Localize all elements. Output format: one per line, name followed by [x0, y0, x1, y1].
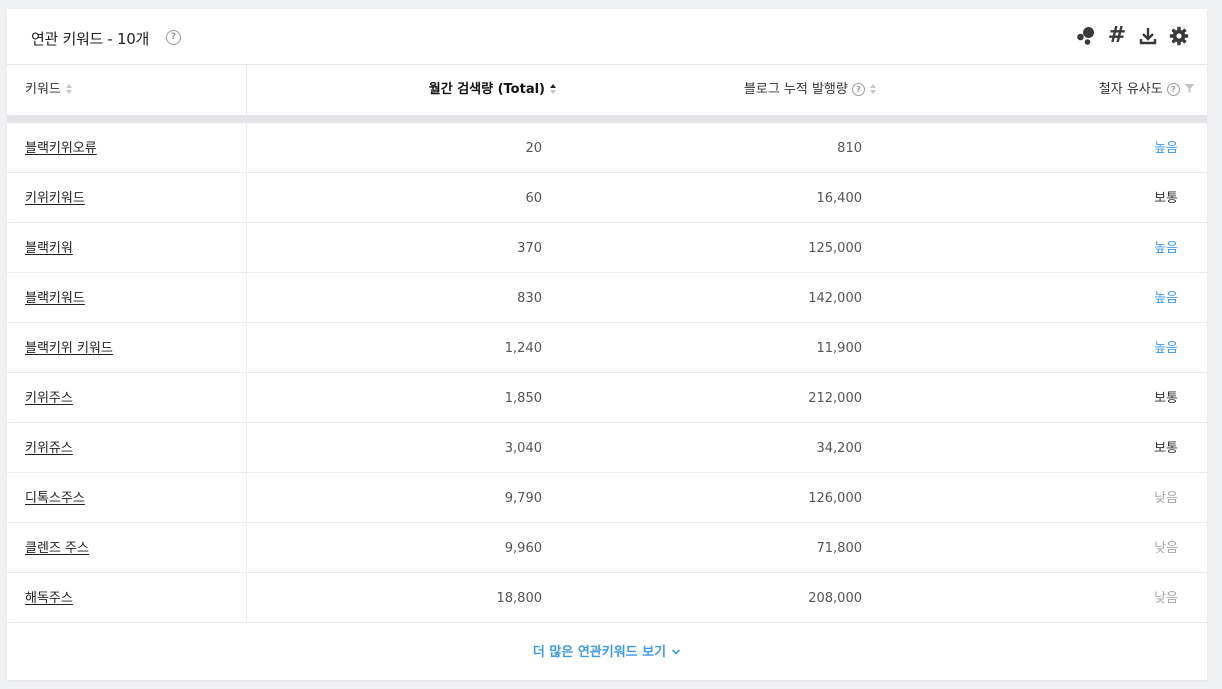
blog-posts-cell: 71,800 — [816, 541, 863, 556]
sort-icon — [870, 83, 876, 94]
similarity-badge: 높음 — [1154, 141, 1178, 156]
blog-posts-cell: 11,900 — [816, 341, 863, 356]
table-row: 블랙키워드 830 142,000 높음 — [7, 273, 1207, 323]
table-row: 키위쥬스 3,040 34,200 보통 — [7, 423, 1207, 473]
blog-help-icon[interactable]: ? — [852, 83, 865, 96]
monthly-volume-cell: 830 — [517, 291, 542, 306]
column-divider — [246, 573, 247, 623]
column-divider — [246, 123, 247, 173]
similarity-badge: 보통 — [1154, 191, 1178, 206]
keyword-link[interactable]: 블랙키워드 — [25, 273, 85, 322]
bubble-chart-icon[interactable] — [1076, 26, 1096, 46]
monthly-volume-cell: 370 — [517, 241, 542, 256]
similarity-badge: 높음 — [1154, 341, 1178, 356]
sort-icon — [65, 83, 72, 94]
column-divider — [246, 523, 247, 573]
hashtag-icon[interactable]: # — [1107, 25, 1127, 47]
monthly-volume-cell: 20 — [525, 141, 542, 156]
blog-posts-cell: 212,000 — [808, 391, 862, 406]
header-column-divider — [246, 65, 247, 115]
column-header-similarity[interactable]: 철자 유사도 ? — [1099, 65, 1195, 115]
similarity-badge: 보통 — [1154, 441, 1178, 456]
download-icon[interactable] — [1138, 26, 1158, 46]
toolbar: # — [1076, 25, 1189, 47]
sort-desc-icon — [550, 83, 556, 94]
similarity-badge: 높음 — [1154, 291, 1178, 306]
blog-posts-cell: 126,000 — [808, 491, 862, 506]
column-header-monthly-volume[interactable]: 월간 검색량 (Total) — [429, 65, 557, 115]
monthly-volume-cell: 9,960 — [504, 541, 542, 556]
table-row: 키위주스 1,850 212,000 보통 — [7, 373, 1207, 423]
more-keywords-button[interactable]: 더 많은 연관키워드 보기 — [7, 641, 1207, 660]
similarity-help-icon[interactable]: ? — [1166, 83, 1180, 96]
column-divider — [246, 473, 247, 523]
keyword-link[interactable]: 디톡스주스 — [25, 473, 85, 522]
similarity-badge: 높음 — [1154, 241, 1178, 256]
table-row: 키위키워드 60 16,400 보통 — [7, 173, 1207, 223]
column-divider — [246, 273, 247, 323]
keyword-link[interactable]: 키위쥬스 — [25, 423, 73, 472]
table-row: 해독주스 18,800 208,000 낮음 — [7, 573, 1207, 623]
table-row: 디톡스주스 9,790 126,000 낮음 — [7, 473, 1207, 523]
blog-posts-cell: 125,000 — [808, 241, 862, 256]
column-header-keyword[interactable]: 키워드 — [25, 65, 73, 115]
similarity-badge: 보통 — [1154, 391, 1178, 406]
chevron-down-icon — [672, 648, 681, 655]
table-row: 클렌즈 주스 9,960 71,800 낮음 — [7, 523, 1207, 573]
column-divider — [246, 173, 247, 223]
keyword-link[interactable]: 블랙키위오류 — [25, 123, 97, 172]
column-divider — [246, 423, 247, 473]
keyword-link[interactable]: 블랙키워 — [25, 223, 73, 272]
card-title: 연관 키워드 - 10개 — [31, 30, 150, 48]
monthly-volume-cell: 18,800 — [496, 591, 543, 606]
monthly-volume-cell: 1,240 — [504, 341, 542, 356]
monthly-volume-cell: 1,850 — [504, 391, 542, 406]
column-divider — [246, 373, 247, 423]
column-divider — [246, 223, 247, 273]
monthly-volume-cell: 60 — [525, 191, 542, 206]
monthly-volume-cell: 9,790 — [504, 491, 542, 506]
similarity-badge: 낮음 — [1154, 541, 1178, 556]
blog-posts-cell: 16,400 — [816, 191, 863, 206]
monthly-volume-cell: 3,040 — [504, 441, 542, 456]
keyword-link[interactable]: 키위키워드 — [25, 173, 85, 222]
card-header: 연관 키워드 - 10개 ? # — [7, 9, 1207, 65]
similarity-badge: 낮음 — [1154, 591, 1178, 606]
blog-posts-cell: 208,000 — [808, 591, 862, 606]
keyword-link[interactable]: 블랙키위 키워드 — [25, 323, 113, 372]
keyword-link[interactable]: 해독주스 — [25, 573, 73, 622]
blog-posts-cell: 34,200 — [816, 441, 863, 456]
blog-posts-cell: 142,000 — [808, 291, 862, 306]
title-help-icon[interactable]: ? — [166, 30, 181, 45]
table-row: 블랙키위 키워드 1,240 11,900 높음 — [7, 323, 1207, 373]
table-header: 키워드 월간 검색량 (Total) 블로그 누적 발행량 ? 철자 유사도 ? — [7, 65, 1207, 115]
settings-gear-icon[interactable] — [1169, 26, 1189, 46]
header-separator — [7, 115, 1207, 123]
blog-posts-cell: 810 — [837, 141, 862, 156]
table-row: 블랙키위오류 20 810 높음 — [7, 123, 1207, 173]
filter-icon[interactable] — [1184, 83, 1195, 94]
keyword-link[interactable]: 클렌즈 주스 — [25, 523, 89, 572]
keyword-link[interactable]: 키위주스 — [25, 373, 73, 422]
table-row: 블랙키워 370 125,000 높음 — [7, 223, 1207, 273]
column-header-blog-posts[interactable]: 블로그 누적 발행량 ? — [744, 65, 877, 115]
similarity-badge: 낮음 — [1154, 491, 1178, 506]
table-body: 블랙키위오류 20 810 높음 키위키워드 60 16,400 보통 블랙키워 370 125,0… — [7, 123, 1207, 623]
related-keywords-card: 연관 키워드 - 10개 ? # 키워드 월간 검색량 (Total) 블로그 … — [7, 9, 1207, 680]
column-divider — [246, 323, 247, 373]
